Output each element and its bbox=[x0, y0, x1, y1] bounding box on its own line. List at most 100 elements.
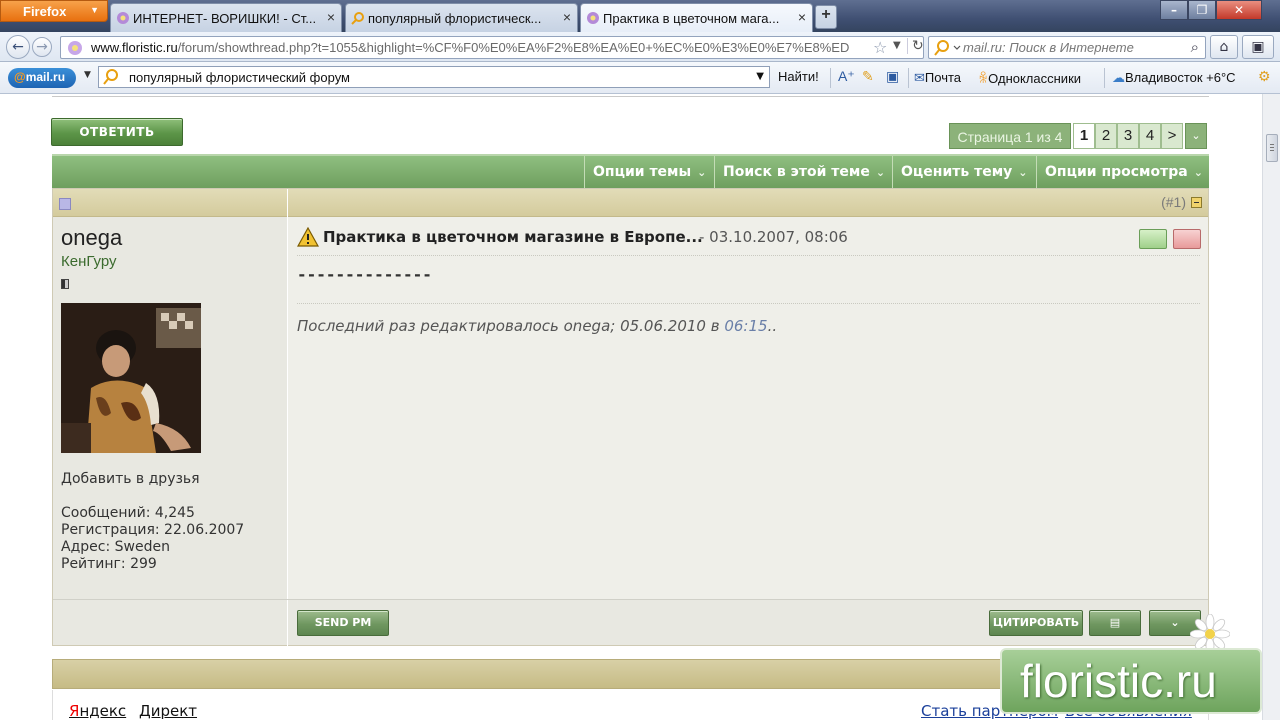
settings-gear-icon[interactable]: ⚙ bbox=[1258, 68, 1271, 85]
edited-note: Последний раз редактировалось onega; 05.… bbox=[297, 317, 778, 335]
add-friend-link[interactable]: Добавить в друзья bbox=[61, 471, 200, 487]
document-icon: ▤ bbox=[1109, 616, 1121, 629]
extensions-icon: ▣ bbox=[1251, 39, 1265, 55]
post-footer-left bbox=[53, 600, 288, 646]
home-button[interactable]: ⌂ bbox=[1210, 35, 1238, 59]
page-link-2[interactable]: 2 bbox=[1095, 123, 1117, 149]
close-tab-icon[interactable]: × bbox=[563, 9, 571, 25]
chevron-down-icon: ⌄ bbox=[697, 166, 707, 179]
screenshot-icon[interactable]: ▣ bbox=[886, 68, 899, 85]
mailru-search-input[interactable]: популярный флористический форум ▼ bbox=[98, 66, 770, 88]
collapse-icon[interactable] bbox=[1191, 197, 1202, 208]
post-footer: SEND PM ЦИТИРОВАТЬ ▤ ⌄ bbox=[53, 599, 1208, 646]
mailru-toolbar: @mail.ru ▼ популярный флористический фор… bbox=[0, 62, 1280, 94]
address-bar[interactable]: www.floristic.ru/forum/showthread.php?t=… bbox=[60, 36, 924, 59]
username-link[interactable]: onega bbox=[61, 225, 122, 251]
page-viewport: ОТВЕТИТЬ Страница 1 из 4 1 2 3 4 > ⌄ Опц… bbox=[0, 94, 1262, 720]
toolbar-divider bbox=[908, 68, 909, 88]
user-address: Адрес: Sweden bbox=[61, 539, 170, 555]
reply-button[interactable]: ОТВЕТИТЬ bbox=[51, 118, 183, 146]
arrow-left-icon: ← bbox=[12, 39, 24, 55]
post-message: -------------- bbox=[297, 265, 432, 284]
post-status-icon bbox=[59, 198, 71, 210]
forum-post: (#1) onega КенГуру Добавить в друзья Соо… bbox=[52, 188, 1209, 646]
flower-favicon-icon bbox=[117, 12, 129, 24]
post-divider bbox=[297, 303, 1200, 304]
bookmark-star-icon[interactable]: ☆ bbox=[873, 38, 887, 57]
chevron-down-icon: ⌄ bbox=[1018, 166, 1028, 179]
browser-tab-label: Практика в цветочном мага... bbox=[603, 11, 780, 26]
rate-thread-menu[interactable]: Оценить тему ⌄ bbox=[892, 156, 1036, 188]
odnoklassniki-icon: ꆜ bbox=[978, 71, 989, 86]
warning-icon bbox=[297, 227, 319, 247]
new-tab-button[interactable]: + bbox=[815, 5, 837, 29]
chevron-down-icon[interactable]: ▼ bbox=[893, 40, 901, 51]
url-text: www.floristic.ru/forum/showthread.php?t=… bbox=[91, 40, 850, 55]
post-date: - 03.10.2007, 08:06 bbox=[699, 228, 848, 246]
thread-options-menu[interactable]: Опции темы ⌄ bbox=[584, 156, 714, 188]
send-pm-button[interactable]: SEND PM bbox=[297, 610, 389, 636]
flower-favicon-icon bbox=[587, 12, 599, 24]
page-link-1[interactable]: 1 bbox=[1073, 123, 1095, 149]
browser-tab-2[interactable]: популярный флористическ... × bbox=[345, 3, 578, 32]
disapprove-post-icon[interactable] bbox=[1173, 229, 1201, 249]
firefox-menu-label: Firefox bbox=[23, 4, 67, 19]
mailru-logo[interactable]: @mail.ru bbox=[8, 68, 76, 88]
multiquote-button[interactable]: ▤ bbox=[1089, 610, 1141, 636]
odnoklassniki-link[interactable]: ꆜОдноклассники bbox=[978, 70, 1081, 87]
browser-titlebar: Firefox ▼ ИНТЕРНЕТ- ВОРИШКИ! - Ст... × п… bbox=[0, 0, 1280, 32]
chevron-down-icon: ⌄ bbox=[1170, 616, 1180, 629]
chevron-down-icon[interactable]: ▼ bbox=[84, 70, 91, 80]
quote-button[interactable]: ЦИТИРОВАТЬ bbox=[989, 610, 1083, 636]
close-tab-icon[interactable]: × bbox=[327, 9, 335, 25]
post-header: (#1) bbox=[53, 189, 1208, 217]
page-jump-dropdown[interactable]: ⌄ bbox=[1185, 123, 1207, 149]
page-link-3[interactable]: 3 bbox=[1117, 123, 1139, 149]
post-number-link[interactable]: (#1) bbox=[1161, 194, 1186, 210]
user-avatar[interactable] bbox=[61, 303, 201, 453]
firefox-menu-button[interactable]: Firefox ▼ bbox=[0, 0, 108, 22]
find-button[interactable]: Найти! bbox=[778, 69, 819, 84]
search-icon[interactable]: ⌕ bbox=[1191, 38, 1199, 56]
reload-icon[interactable]: ↻ bbox=[907, 38, 924, 54]
weather-widget[interactable]: ☁Владивосток +6°C bbox=[1112, 70, 1236, 86]
chevron-down-icon: ⌄ bbox=[1191, 129, 1201, 142]
search-favicon-icon bbox=[351, 12, 364, 25]
search-thread-menu[interactable]: Поиск в этой теме ⌄ bbox=[714, 156, 892, 188]
page-top-divider bbox=[52, 94, 1209, 97]
floristic-logo: floristic.ru bbox=[1000, 648, 1262, 714]
post-body: Практика в цветочном магазине в Европе..… bbox=[289, 217, 1208, 599]
search-engine-icon bbox=[103, 69, 118, 85]
yandex-link[interactable]: Яндекс bbox=[69, 702, 126, 720]
maximize-window-button[interactable]: ❐ bbox=[1188, 0, 1216, 20]
user-posts-count: Сообщений: 4,245 bbox=[61, 505, 195, 521]
user-registration-date: Регистрация: 22.06.2007 bbox=[61, 522, 245, 538]
approve-post-icon[interactable] bbox=[1139, 229, 1167, 249]
post-header-left bbox=[53, 189, 288, 217]
page-link-4[interactable]: 4 bbox=[1139, 123, 1161, 149]
close-window-button[interactable]: ✕ bbox=[1216, 0, 1262, 20]
minimize-window-button[interactable]: – bbox=[1160, 0, 1188, 20]
chevron-down-icon[interactable]: ▼ bbox=[756, 71, 764, 82]
chevron-down-icon: ▼ bbox=[90, 5, 99, 15]
mail-link[interactable]: ✉Почта bbox=[914, 70, 961, 86]
user-info-column: onega КенГуру Добавить в друзья Сообщени… bbox=[53, 217, 288, 599]
search-bar[interactable]: mail.ru: Поиск в Интернете ⌕ bbox=[928, 36, 1206, 59]
scrollbar-thumb[interactable] bbox=[1266, 134, 1278, 162]
chevron-down-icon: ⌄ bbox=[1193, 166, 1203, 179]
next-page-link[interactable]: > bbox=[1161, 123, 1183, 149]
direct-link[interactable]: Директ bbox=[139, 702, 197, 720]
close-tab-icon[interactable]: × bbox=[798, 9, 806, 25]
home-icon: ⌂ bbox=[1219, 39, 1229, 55]
page-scrollbar[interactable] bbox=[1262, 94, 1280, 720]
highlighter-icon[interactable]: ✎ bbox=[862, 68, 874, 85]
forward-button[interactable]: → bbox=[32, 37, 52, 57]
back-button[interactable]: ← bbox=[6, 35, 30, 59]
browser-tab-3-active[interactable]: Практика в цветочном мага... × bbox=[580, 3, 813, 32]
user-rating: Рейтинг: 299 bbox=[61, 556, 157, 572]
addons-button[interactable]: ▣ bbox=[1242, 35, 1274, 59]
browser-navbar: ← → www.floristic.ru/forum/showthread.ph… bbox=[0, 32, 1280, 62]
browser-tab-1[interactable]: ИНТЕРНЕТ- ВОРИШКИ! - Ст... × bbox=[110, 3, 342, 32]
translate-icon[interactable]: A⁺ bbox=[838, 68, 855, 85]
display-options-menu[interactable]: Опции просмотра ⌄ bbox=[1036, 156, 1209, 188]
